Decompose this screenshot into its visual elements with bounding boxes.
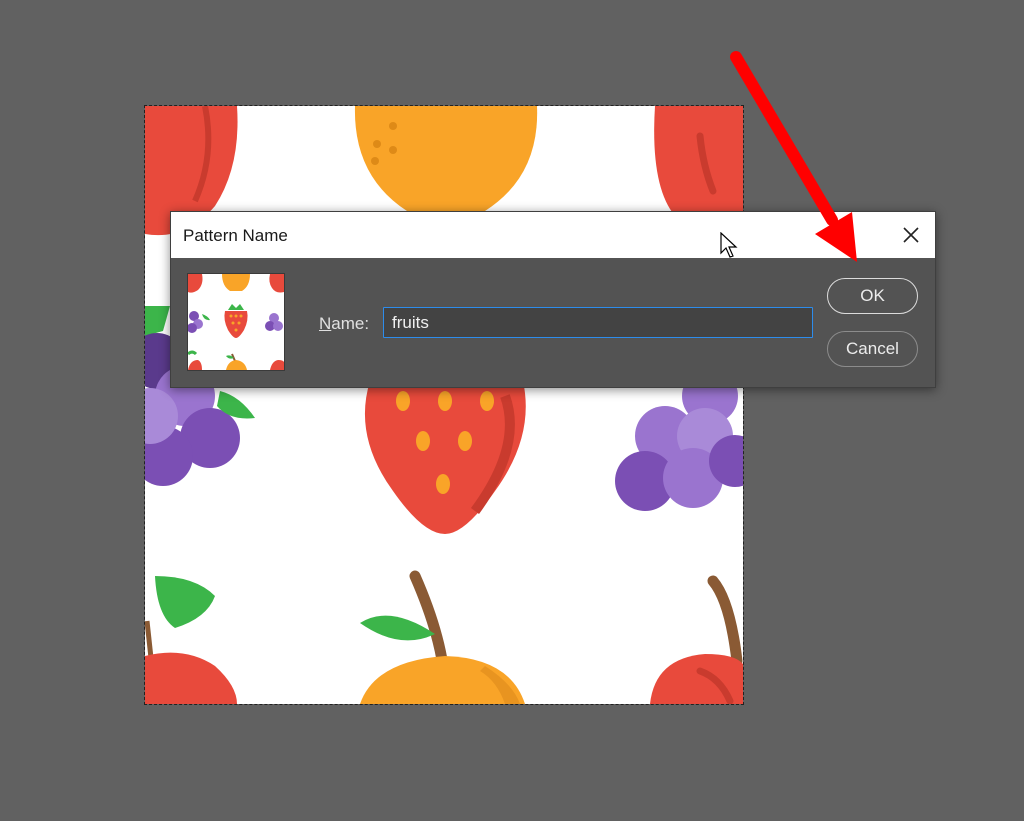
fruit-pattern-illustration (145, 106, 743, 704)
pattern-name-dialog: Pattern Name Name: fruits OK Cancel (170, 211, 936, 388)
document-canvas[interactable] (145, 106, 743, 704)
fruit-pattern-thumbnail (188, 274, 284, 370)
name-label-text: ame: (331, 314, 370, 333)
photoshop-canvas-area: Pattern Name Name: fruits OK Cancel (0, 0, 1024, 821)
name-label: Name: (319, 314, 369, 334)
ok-button[interactable]: OK (827, 278, 918, 314)
arrow-cursor-icon (720, 232, 738, 258)
dialog-title: Pattern Name (183, 226, 288, 245)
close-button[interactable] (897, 221, 925, 249)
pattern-preview-thumbnail (187, 273, 285, 371)
cancel-button[interactable]: Cancel (827, 331, 918, 367)
name-label-mnemonic: N (319, 314, 332, 333)
dialog-titlebar[interactable]: Pattern Name (171, 212, 935, 258)
pattern-name-input[interactable] (383, 307, 813, 338)
close-icon (903, 227, 919, 243)
